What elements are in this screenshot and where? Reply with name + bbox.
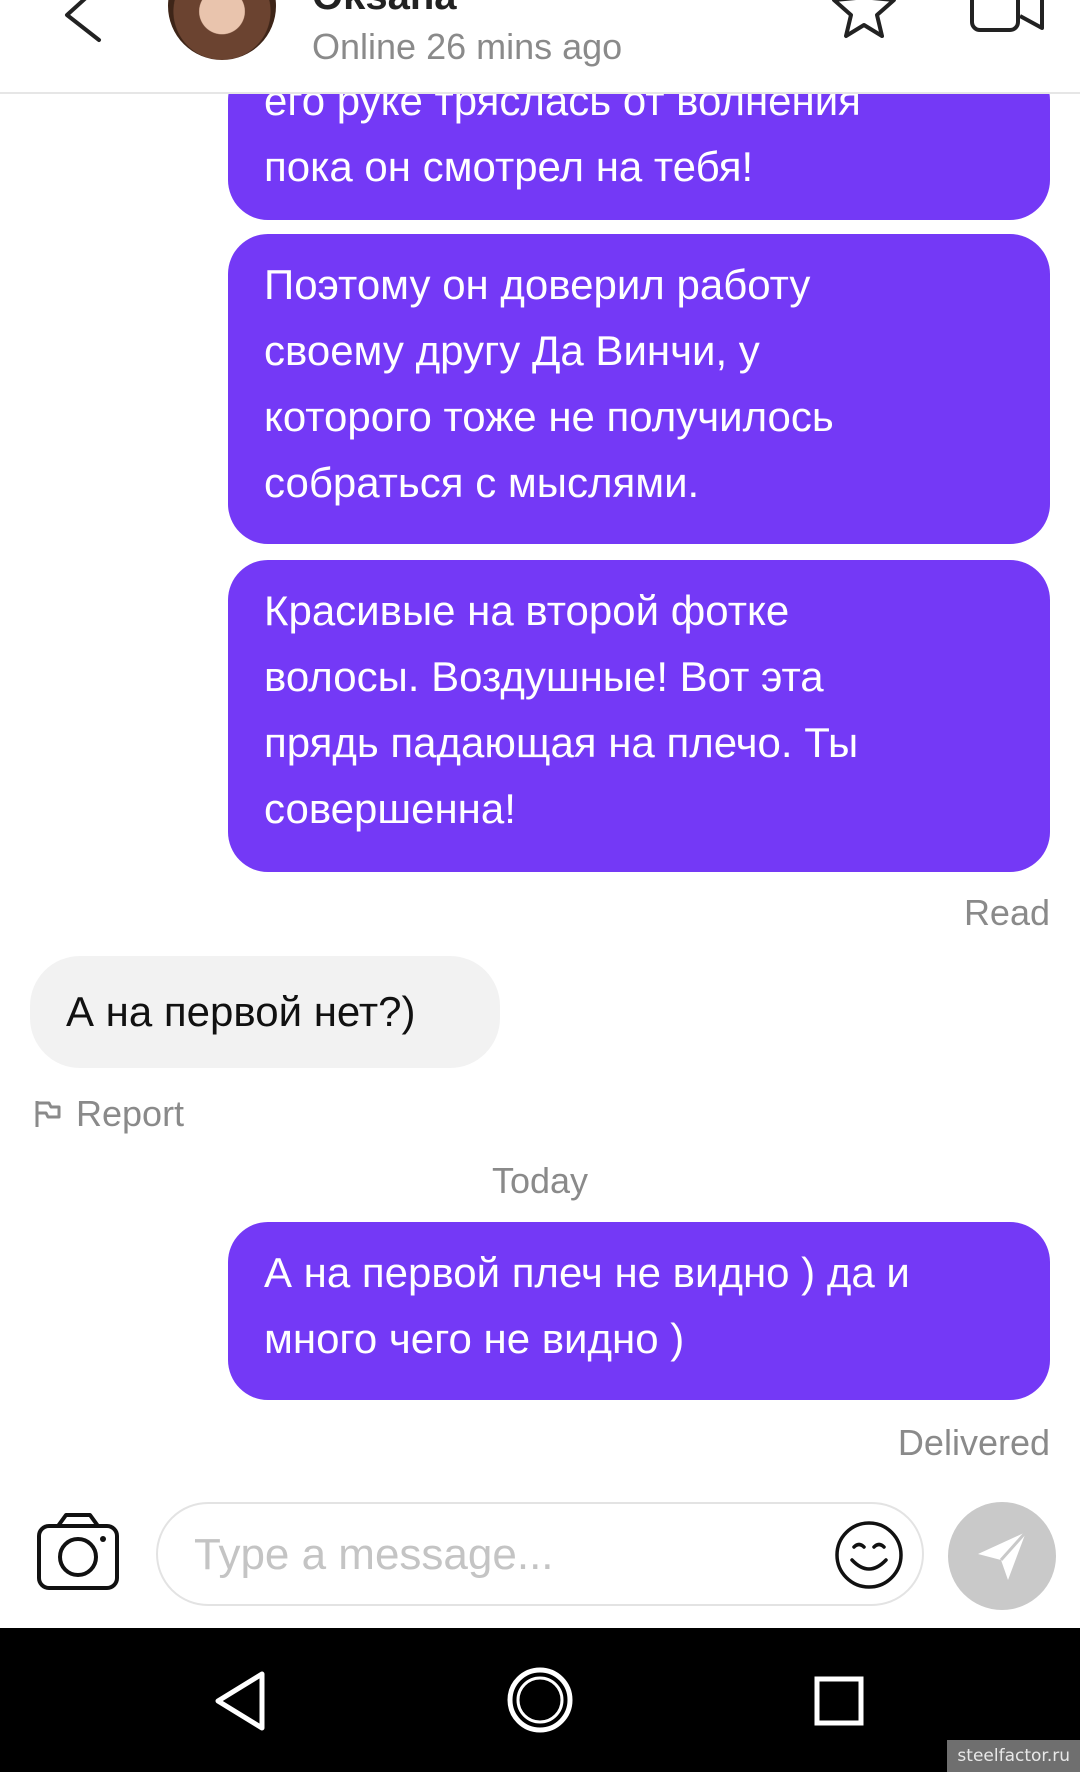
message-bubble-incoming[interactable]: А на первой нет?) (30, 956, 500, 1068)
nav-back-icon[interactable] (212, 1670, 268, 1732)
report-label: Report (76, 1093, 185, 1134)
message-line: пока он смотрел на тебя! (264, 143, 754, 190)
message-line: собраться с мыслями. (264, 459, 700, 506)
date-separator: Today (491, 1160, 589, 1201)
delivered-status: Delivered (897, 1422, 1050, 1463)
message-input[interactable] (192, 1504, 836, 1606)
nav-home-icon[interactable] (506, 1666, 574, 1734)
video-camera-icon[interactable] (968, 0, 1048, 36)
message-line: волосы. Воздушные! Вот эта (264, 653, 824, 700)
message-bubble-outgoing[interactable]: А на первой плеч не видно ) да и много ч… (228, 1222, 1050, 1400)
system-navigation-bar: steelfactor.ru (0, 1628, 1080, 1772)
message-line: А на первой нет?) (66, 988, 416, 1035)
camera-icon[interactable] (36, 1512, 120, 1592)
message-line: которого тоже не получилось (264, 393, 834, 440)
avatar[interactable] (168, 0, 276, 60)
nav-recents-icon[interactable] (814, 1676, 864, 1726)
send-button[interactable] (948, 1502, 1056, 1610)
online-status: Online 26 mins ago (312, 26, 623, 67)
chevron-left-icon[interactable] (55, 0, 115, 50)
message-bubble-outgoing[interactable]: Красивые на второй фотке волосы. Воздушн… (228, 560, 1050, 872)
message-line: совершенна! (264, 785, 516, 832)
message-line: много чего не видно ) (264, 1315, 685, 1362)
message-line: прядь падающая на плечо. Ты (264, 719, 859, 766)
send-icon (978, 1531, 1028, 1580)
contact-name[interactable]: Oksana (312, 0, 457, 19)
message-line: Поэтому он доверил работу (264, 261, 811, 308)
message-line: А на первой плеч не видно ) да и (264, 1249, 910, 1296)
message-line: Красивые на второй фотке (264, 587, 790, 634)
smiley-icon[interactable] (834, 1520, 904, 1590)
read-status: Read (963, 892, 1050, 933)
message-line: своему другу Да Винчи, у (264, 327, 760, 374)
report-button[interactable]: Report (32, 1092, 184, 1136)
flag-icon (35, 1101, 61, 1127)
message-bubble-outgoing[interactable]: Поэтому он доверил работу своему другу Д… (228, 234, 1050, 544)
message-input-container[interactable] (156, 1502, 924, 1606)
watermark: steelfactor.ru (947, 1740, 1080, 1772)
star-icon[interactable] (830, 0, 898, 40)
chat-header: Oksana Online 26 mins ago (0, 0, 1080, 94)
